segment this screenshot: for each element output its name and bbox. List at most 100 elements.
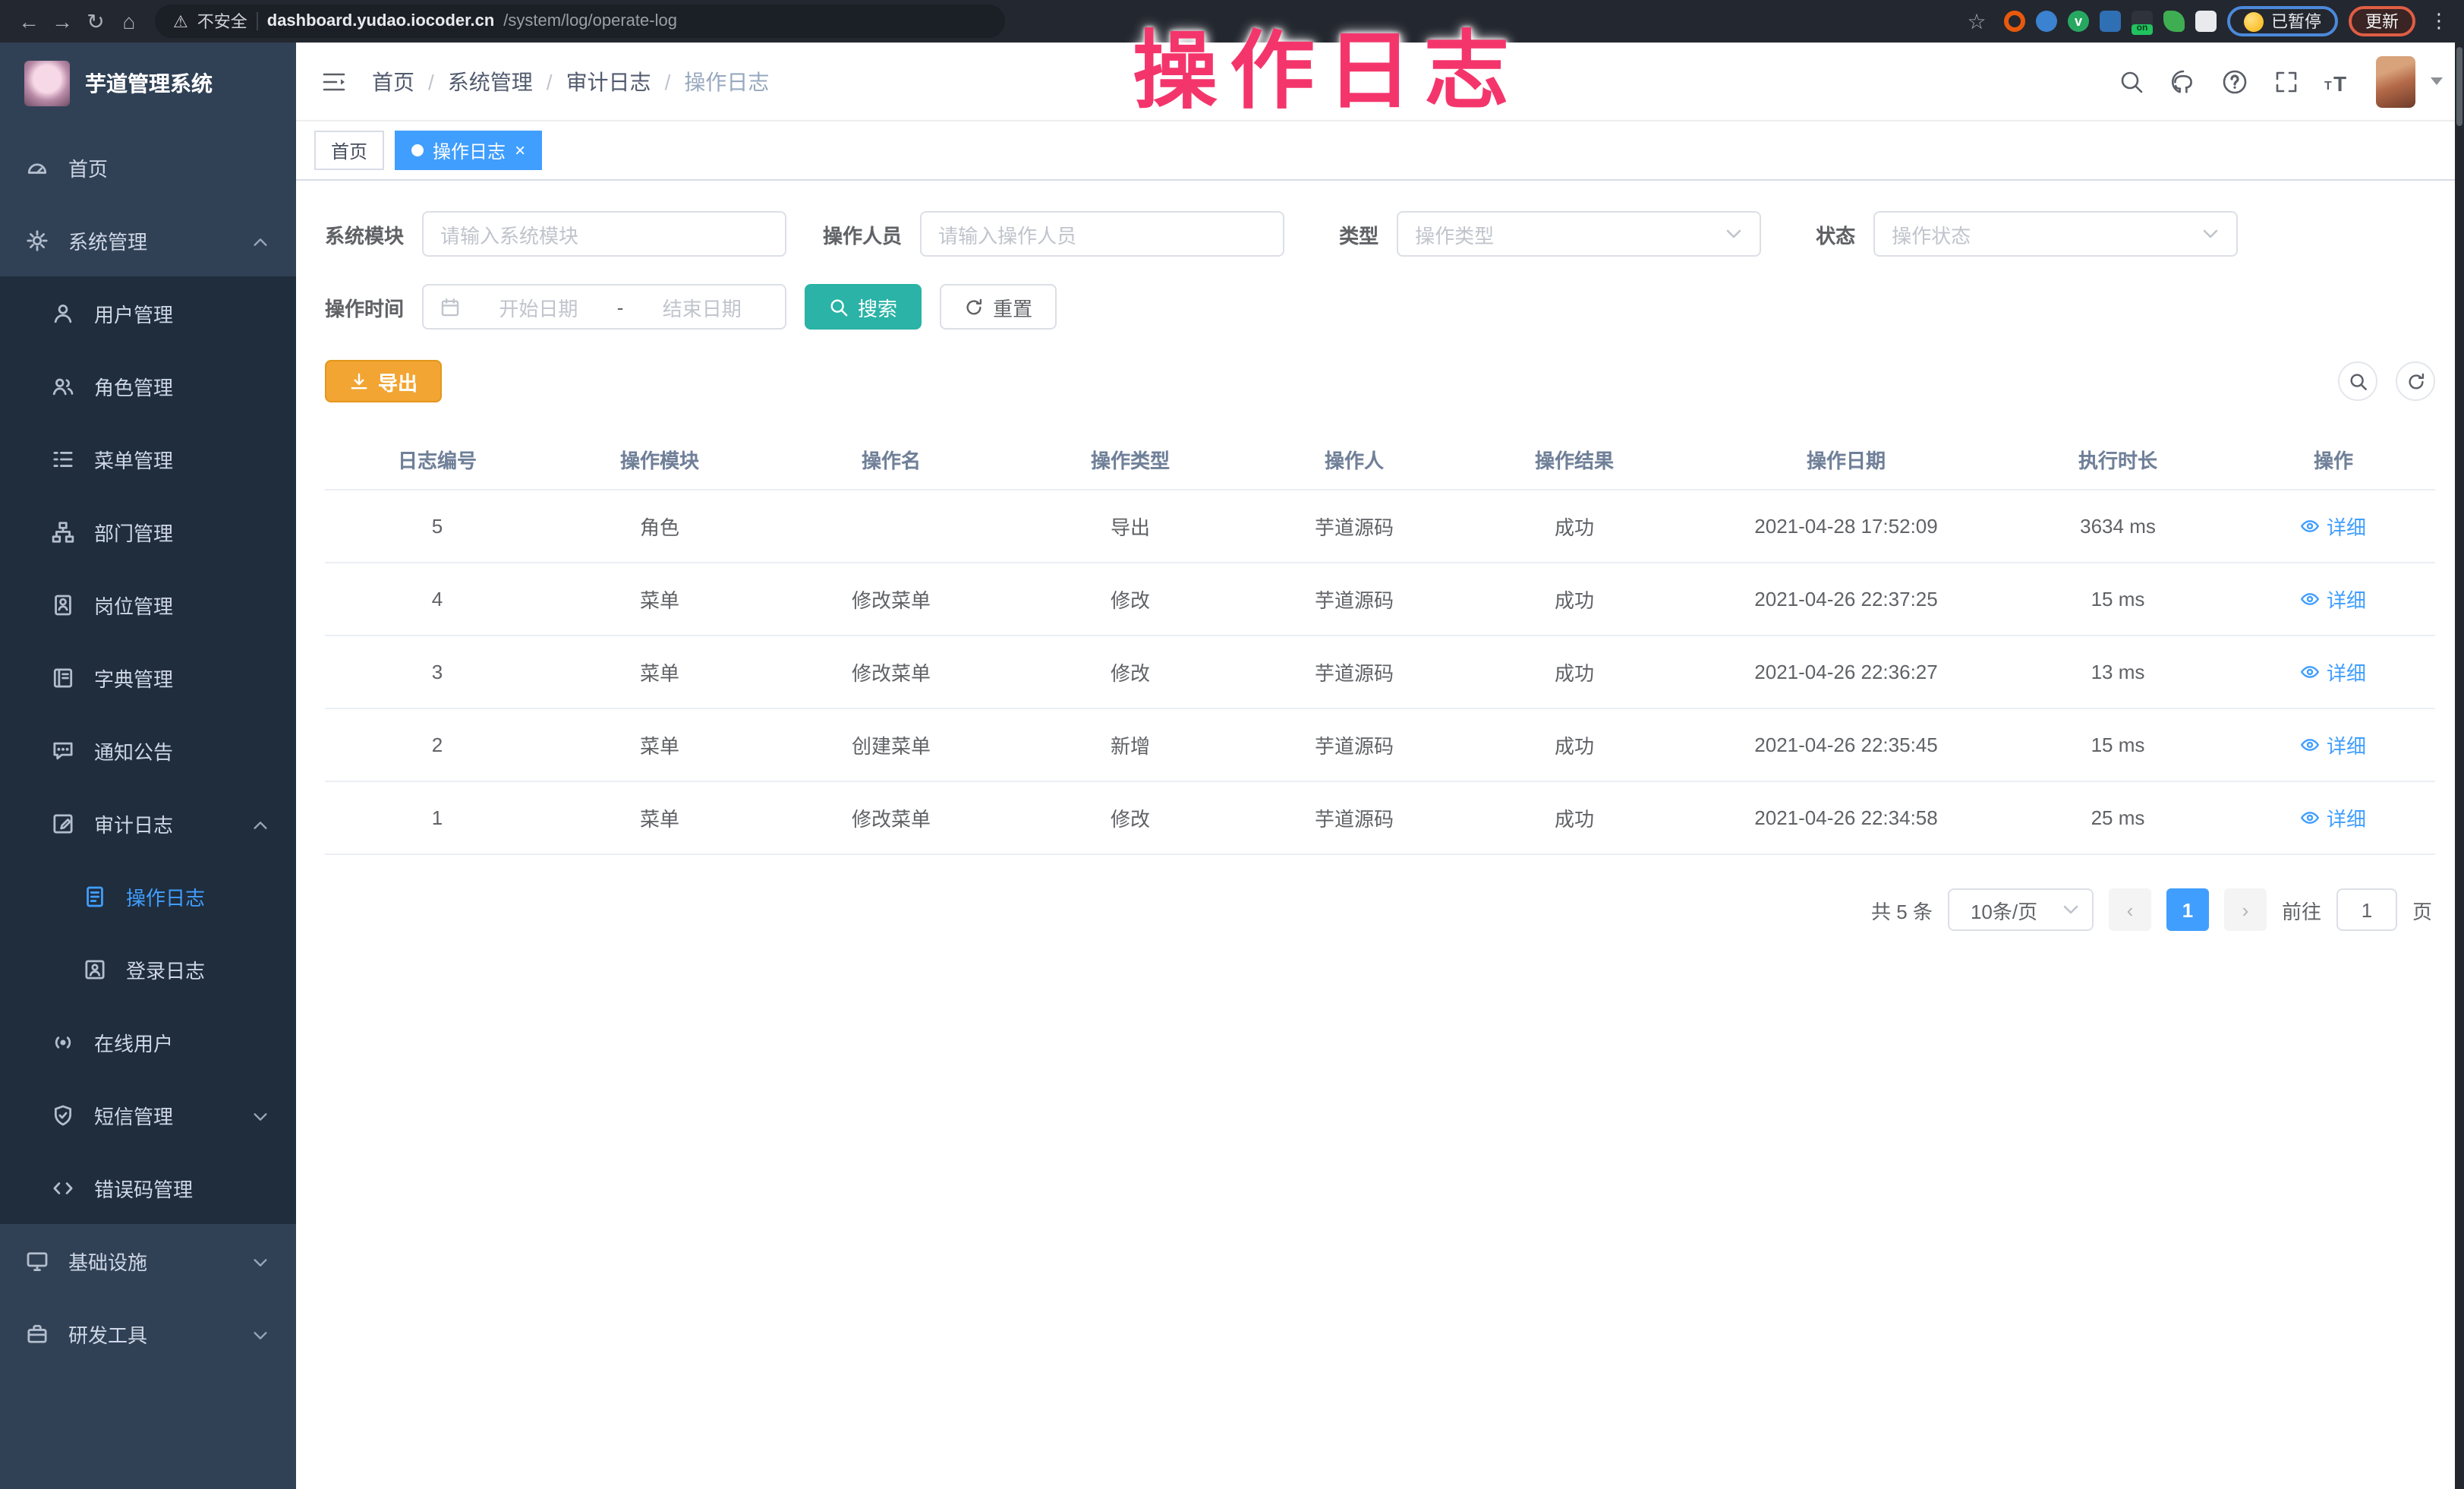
refresh-icon bbox=[964, 297, 984, 317]
search-icon[interactable] bbox=[2118, 68, 2145, 95]
sidebar-item-home[interactable]: 首页 bbox=[0, 131, 296, 203]
reload-icon[interactable]: ↻ bbox=[79, 0, 112, 43]
col-operation-name: 操作名 bbox=[770, 430, 1013, 490]
blue-extension-icon[interactable] bbox=[2100, 11, 2121, 32]
tab-operate-log[interactable]: 操作日志 × bbox=[395, 131, 542, 170]
status-label: 状态 bbox=[1816, 219, 1855, 248]
pin-extension-icon[interactable] bbox=[2036, 11, 2057, 32]
extension-on-badge: on bbox=[2132, 24, 2153, 35]
org-tree-icon bbox=[52, 520, 74, 543]
login-log-icon bbox=[83, 957, 106, 980]
close-tab-icon[interactable]: × bbox=[515, 141, 525, 159]
table-toolbar: 导出 bbox=[325, 360, 2435, 402]
sidebar-item-department-management[interactable]: 部门管理 bbox=[0, 495, 296, 568]
sidebar-item-menu-management[interactable]: 菜单管理 bbox=[0, 422, 296, 495]
page-1-button[interactable]: 1 bbox=[2166, 888, 2209, 931]
sidebar-item-login-log[interactable]: 登录日志 bbox=[0, 932, 296, 1005]
search-icon bbox=[829, 297, 849, 317]
reset-button[interactable]: 重置 bbox=[940, 284, 1057, 330]
fullscreen-icon[interactable] bbox=[2273, 68, 2300, 95]
chevron-up-icon bbox=[252, 232, 269, 248]
type-select[interactable]: 操作类型 bbox=[1397, 211, 1761, 257]
dictionary-icon bbox=[52, 666, 74, 689]
url-host: dashboard.yudao.iocoder.cn bbox=[267, 12, 495, 30]
browser-menu-icon[interactable]: ⋮ bbox=[2426, 9, 2452, 33]
switch-extension-icon[interactable]: on bbox=[2132, 11, 2153, 32]
github-icon[interactable] bbox=[2169, 68, 2197, 95]
detail-link[interactable]: 详细 bbox=[2301, 730, 2366, 759]
sidebar-item-user-management[interactable]: 用户管理 bbox=[0, 276, 296, 349]
search-button[interactable]: 搜索 bbox=[805, 284, 922, 330]
refresh-table-icon[interactable] bbox=[2396, 361, 2435, 401]
app-logo bbox=[24, 61, 70, 106]
sidebar-item-online-users[interactable]: 在线用户 bbox=[0, 1005, 296, 1078]
help-question-icon[interactable] bbox=[2221, 68, 2248, 95]
col-operator: 操作人 bbox=[1248, 430, 1460, 490]
update-button[interactable]: 更新 bbox=[2349, 6, 2415, 36]
app-title: 芋道管理系统 bbox=[85, 68, 213, 99]
sidebar-item-error-code-management[interactable]: 错误码管理 bbox=[0, 1151, 296, 1224]
detail-link[interactable]: 详细 bbox=[2301, 803, 2366, 832]
forward-icon[interactable]: → bbox=[46, 0, 79, 43]
gear-icon bbox=[26, 229, 49, 251]
sidebar-item-infrastructure[interactable]: 基础设施 bbox=[0, 1224, 296, 1297]
page-size-select[interactable]: 10条/页 bbox=[1948, 888, 2094, 931]
sidebar-item-system-management[interactable]: 系统管理 bbox=[0, 203, 296, 276]
user-icon bbox=[52, 301, 74, 324]
sidebar-item-sms-management[interactable]: 短信管理 bbox=[0, 1078, 296, 1151]
bookmark-star-icon[interactable]: ☆ bbox=[1960, 0, 1993, 43]
prev-page-button[interactable]: ‹ bbox=[2109, 888, 2151, 931]
sidebar-item-post-management[interactable]: 岗位管理 bbox=[0, 568, 296, 641]
sidebar-item-dict-management[interactable]: 字典管理 bbox=[0, 641, 296, 714]
col-date: 操作日期 bbox=[1688, 430, 2004, 490]
back-icon[interactable]: ← bbox=[12, 0, 46, 43]
export-button[interactable]: 导出 bbox=[325, 360, 442, 402]
operate-log-icon bbox=[83, 885, 106, 907]
green-extension-icon[interactable] bbox=[2163, 11, 2185, 32]
extensions-puzzle-icon[interactable] bbox=[2195, 11, 2217, 32]
total-count: 共 5 条 bbox=[1871, 895, 1933, 924]
font-size-icon[interactable]: TT bbox=[2324, 68, 2352, 95]
breadcrumb-audit-log[interactable]: 审计日志 bbox=[566, 66, 651, 96]
profile-paused-badge[interactable]: 已暂停 bbox=[2227, 6, 2338, 36]
app-logo-row[interactable]: 芋道管理系统 bbox=[0, 43, 296, 125]
col-duration: 执行时长 bbox=[2004, 430, 2232, 490]
chevron-down-icon bbox=[2201, 225, 2220, 243]
user-avatar[interactable] bbox=[2376, 55, 2415, 107]
sms-shield-icon bbox=[52, 1103, 74, 1126]
green-v-extension-icon[interactable]: v bbox=[2068, 11, 2089, 32]
sidebar-item-operate-log[interactable]: 操作日志 bbox=[0, 860, 296, 932]
table-row: 4菜单 修改菜单修改 芋道源码成功 2021-04-26 22:37:2515 … bbox=[325, 563, 2435, 636]
breadcrumb-home[interactable]: 首页 bbox=[372, 66, 414, 96]
operator-input[interactable]: 请输入操作人员 bbox=[920, 211, 1284, 257]
scrollbar-thumb[interactable] bbox=[2456, 47, 2462, 126]
sidebar-toggle-icon[interactable] bbox=[308, 55, 360, 107]
download-icon bbox=[349, 371, 369, 391]
detail-link[interactable]: 详细 bbox=[2301, 658, 2366, 686]
date-range-input[interactable]: 开始日期 - 结束日期 bbox=[422, 284, 786, 330]
table-row: 1菜单 修改菜单修改 芋道源码成功 2021-04-26 22:34:5825 … bbox=[325, 781, 2435, 854]
module-input[interactable]: 请输入系统模块 bbox=[422, 211, 786, 257]
adblock-extension-icon[interactable] bbox=[2004, 11, 2025, 32]
eye-icon bbox=[2301, 662, 2321, 682]
not-secure-label: 不安全 bbox=[197, 9, 247, 33]
avatar-caret-down-icon[interactable] bbox=[2431, 77, 2443, 85]
dashboard-icon bbox=[26, 156, 49, 178]
home-icon[interactable]: ⌂ bbox=[112, 0, 146, 43]
breadcrumb-system[interactable]: 系统管理 bbox=[448, 66, 533, 96]
sidebar-item-announcement[interactable]: 通知公告 bbox=[0, 714, 296, 787]
window-scrollbar[interactable] bbox=[2455, 43, 2464, 1489]
sidebar-item-audit-log[interactable]: 审计日志 bbox=[0, 787, 296, 860]
detail-link[interactable]: 详细 bbox=[2301, 585, 2366, 614]
sidebar-item-role-management[interactable]: 角色管理 bbox=[0, 349, 296, 422]
status-select[interactable]: 操作状态 bbox=[1873, 211, 2238, 257]
sidebar-item-dev-tools[interactable]: 研发工具 bbox=[0, 1297, 296, 1370]
announcement-icon bbox=[52, 739, 74, 762]
goto-page-input[interactable]: 1 bbox=[2336, 888, 2397, 931]
detail-link[interactable]: 详细 bbox=[2301, 512, 2366, 541]
pagination: 共 5 条 10条/页 ‹ 1 › 前往 1 页 bbox=[325, 888, 2435, 931]
tab-home[interactable]: 首页 bbox=[314, 131, 384, 170]
next-page-button[interactable]: › bbox=[2224, 888, 2267, 931]
address-bar[interactable]: ⚠ 不安全 dashboard.yudao.iocoder.cn /system… bbox=[155, 5, 1005, 38]
toggle-search-icon[interactable] bbox=[2338, 361, 2377, 401]
